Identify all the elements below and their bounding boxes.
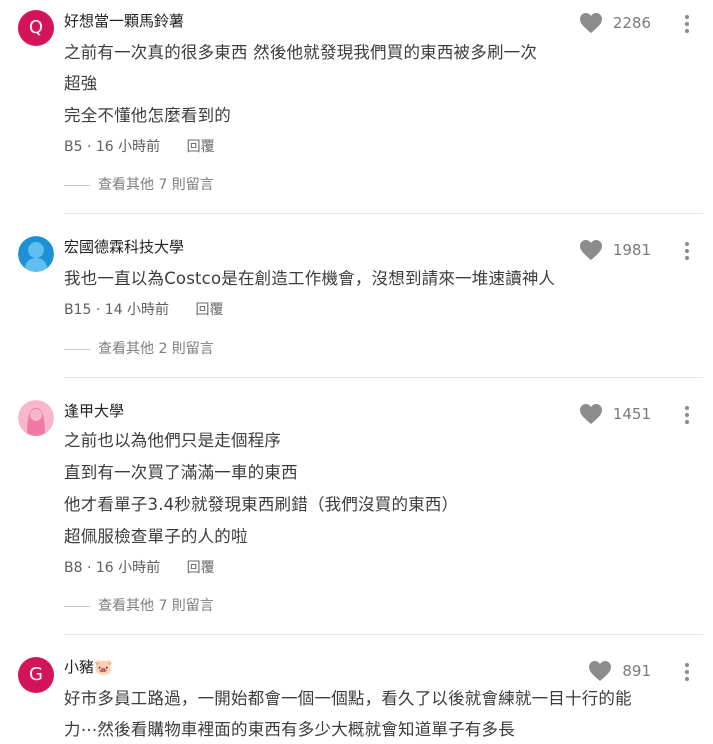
comment-text-line: 超佩服檢查單子的人的啦	[64, 527, 248, 546]
more-vertical-icon[interactable]	[681, 404, 693, 426]
view-more-replies[interactable]: 查看其他 7 則留言	[64, 596, 214, 616]
floor-number: B8	[64, 560, 83, 576]
person-blue-icon	[18, 236, 54, 272]
divider	[64, 377, 703, 378]
meta-separator: ·	[95, 302, 101, 318]
comment-text-line: 完全不懂他怎麼看到的	[64, 106, 231, 125]
reply-button[interactable]: 回覆	[196, 302, 224, 318]
more-vertical-icon[interactable]	[681, 240, 693, 262]
floor-number: B5	[64, 139, 83, 155]
divider	[64, 213, 703, 214]
like-button[interactable]: 891	[588, 660, 651, 682]
comment-author[interactable]: 好想當一顆馬鈴薯	[64, 11, 184, 31]
like-count: 891	[622, 662, 651, 680]
view-more-replies[interactable]: 查看其他 7 則留言	[64, 175, 214, 195]
avatar[interactable]: Q	[18, 10, 54, 46]
dash-line	[64, 184, 90, 186]
avatar[interactable]	[18, 400, 54, 436]
comment-text-line: 直到有一次買了滿滿一車的東西	[64, 463, 298, 482]
comment-time: 16 小時前	[95, 560, 161, 576]
comment-meta: B5 · 16 小時前 回覆	[64, 137, 215, 157]
like-button[interactable]: 1981	[579, 239, 651, 261]
comment-text-line: 力⋯然後看購物車裡面的東西有多少大概就會知道單子有多長	[64, 720, 515, 739]
reply-button[interactable]: 回覆	[187, 560, 215, 576]
floor-number: B15	[64, 302, 92, 318]
view-more-replies-label: 查看其他 2 則留言	[98, 341, 214, 357]
reply-button[interactable]: 回覆	[187, 139, 215, 155]
more-vertical-icon[interactable]	[681, 13, 693, 35]
person-pink-icon	[18, 400, 54, 436]
comment-author[interactable]: 宏國德霖科技大學	[64, 237, 184, 257]
divider	[64, 634, 703, 635]
heart-icon	[579, 13, 602, 33]
more-vertical-icon[interactable]	[681, 661, 693, 683]
comment-text-line: 之前也以為他們只是走個程序	[64, 431, 282, 450]
like-count: 2286	[612, 14, 651, 32]
like-button[interactable]: 1451	[579, 403, 651, 425]
view-more-replies[interactable]: 查看其他 2 則留言	[64, 339, 214, 359]
comment-text-line: 好市多員工路過，一開始都會一個一個點，看久了以後就會練就一目十行的能	[64, 689, 632, 708]
view-more-replies-label: 查看其他 7 則留言	[98, 598, 214, 614]
comment-text-line: 我也一直以為Costco是在創造工作機會，沒想到請來一堆速讀神人	[64, 269, 556, 288]
comment-meta: B8 · 16 小時前 回覆	[64, 558, 215, 578]
comment-time: 14 小時前	[104, 302, 170, 318]
like-button[interactable]: 2286	[579, 12, 651, 34]
comment-author[interactable]: 小豬🐷	[64, 657, 113, 677]
comment-author[interactable]: 逢甲大學	[64, 401, 124, 421]
like-count: 1451	[612, 405, 651, 423]
comment-time: 16 小時前	[95, 139, 161, 155]
avatar[interactable]: G	[18, 657, 54, 693]
dash-line	[64, 605, 90, 607]
view-more-replies-label: 查看其他 7 則留言	[98, 177, 214, 193]
dash-line	[64, 348, 90, 350]
comment-text-line: 超強	[64, 74, 98, 93]
comment-meta: B15 · 14 小時前 回覆	[64, 300, 224, 320]
heart-icon	[579, 240, 602, 260]
comment-text-line: 他才看單子3.4秒就發現東西刷錯（我們沒買的東西）	[64, 495, 459, 514]
comment-text-line: 之前有一次真的很多東西 然後他就發現我們買的東西被多刷一次	[64, 43, 538, 62]
like-count: 1981	[612, 241, 651, 259]
meta-separator: ·	[86, 139, 92, 155]
meta-separator: ·	[86, 560, 92, 576]
avatar[interactable]	[18, 236, 54, 272]
heart-icon	[579, 404, 602, 424]
heart-icon	[589, 661, 612, 681]
